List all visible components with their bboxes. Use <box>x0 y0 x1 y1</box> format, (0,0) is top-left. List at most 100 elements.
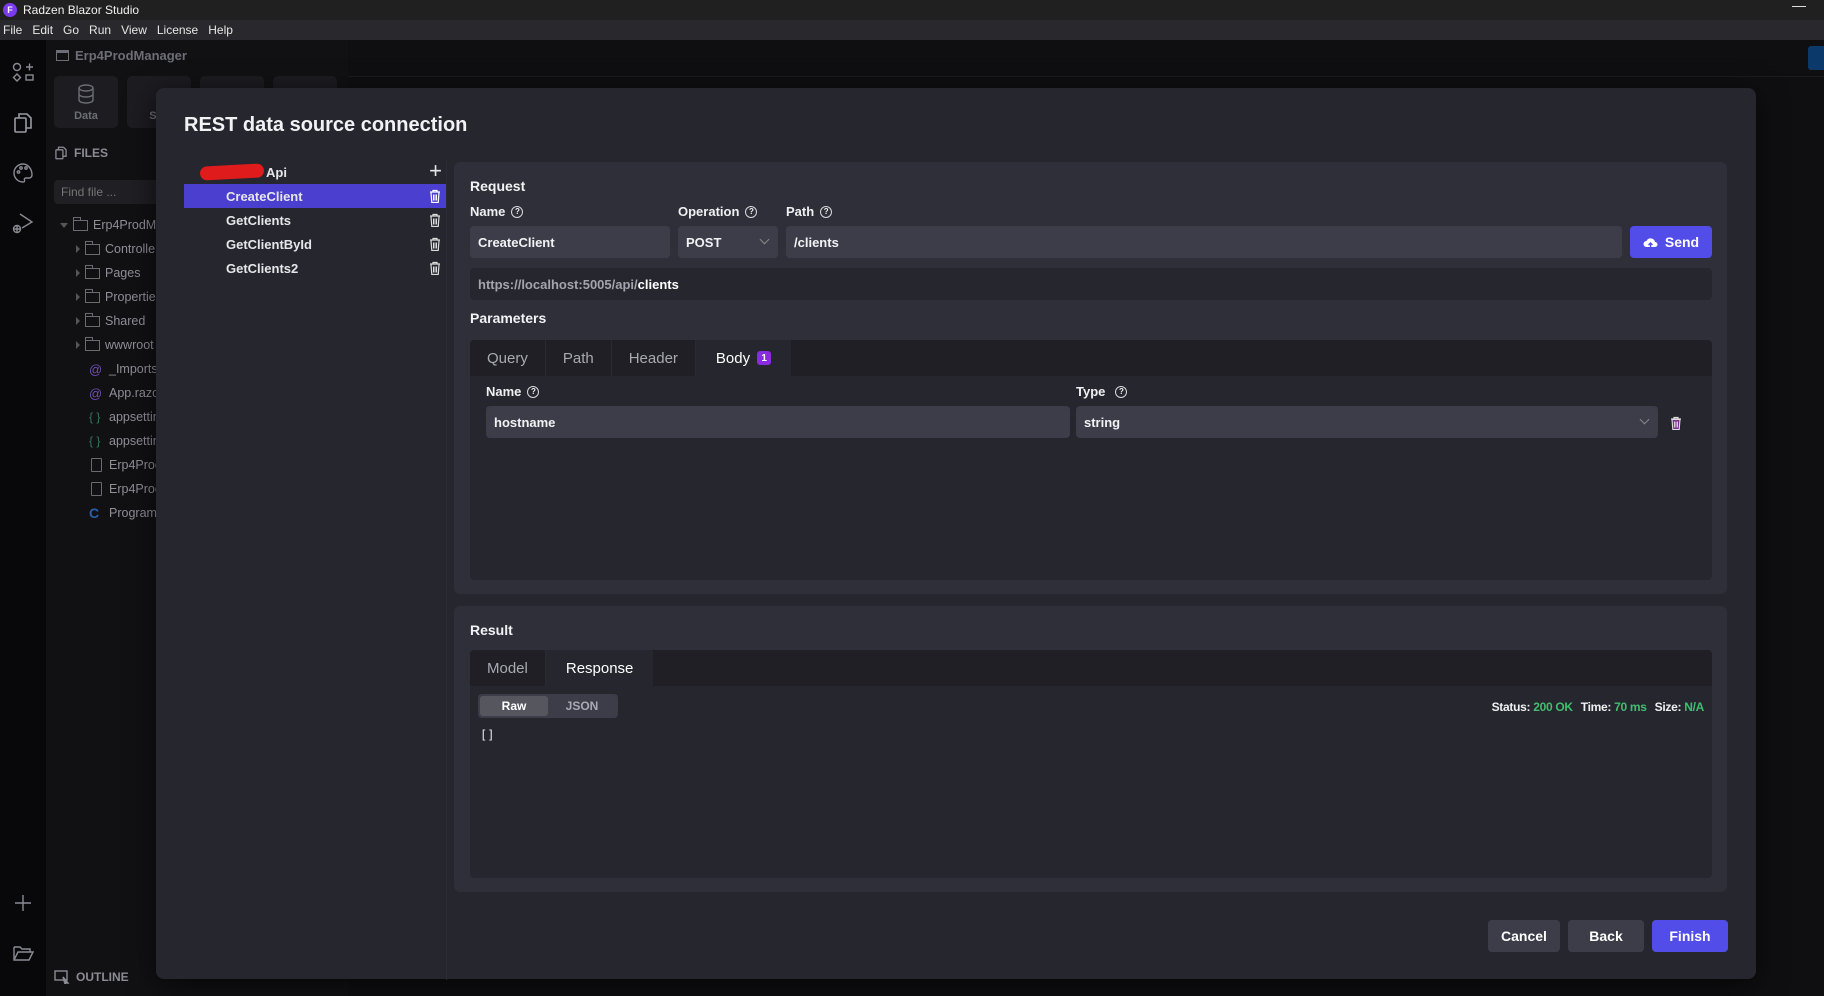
tree-item-file[interactable]: @ App.razo <box>89 383 159 403</box>
delete-icon[interactable] <box>429 213 441 227</box>
project-title: Erp4ProdManager <box>56 48 187 63</box>
menu-run[interactable]: Run <box>86 23 117 37</box>
redaction-mark <box>199 163 265 181</box>
expand-arrow-icon <box>76 293 80 301</box>
name-label: Name? <box>470 204 524 219</box>
path-input[interactable]: /clients <box>786 226 1622 258</box>
help-icon[interactable]: ? <box>820 205 833 218</box>
files-icon[interactable] <box>10 110 36 136</box>
open-folder-icon[interactable] <box>10 940 36 966</box>
param-type-select[interactable]: string <box>1076 406 1658 438</box>
expand-arrow-icon <box>60 222 68 228</box>
project-window-icon <box>56 50 69 61</box>
tree-item-file[interactable]: Erp4Proc <box>89 479 161 499</box>
tree-item-folder[interactable]: wwwroot <box>76 335 154 355</box>
tree-item-file[interactable]: @ _Imports <box>89 359 158 379</box>
chevron-down-icon <box>1639 414 1650 425</box>
json-file-icon: { } <box>89 434 101 448</box>
files-header: FILES <box>54 146 108 160</box>
param-type-label: Type? <box>1076 384 1128 399</box>
view-mode-toggle: Raw JSON <box>478 694 618 718</box>
database-icon <box>78 84 94 104</box>
add-operation-button[interactable]: + <box>429 160 442 182</box>
tab-path[interactable]: Path <box>546 340 612 376</box>
tab-query[interactable]: Query <box>470 340 546 376</box>
resolved-url: https://localhost:5005/api/clients <box>470 268 1712 300</box>
tree-item-file[interactable]: C Program <box>89 503 157 523</box>
body-tab-panel: Name? hostname Type? string <box>470 376 1712 580</box>
tree-item-folder[interactable]: Propertie <box>76 287 156 307</box>
tab-body[interactable]: Body 1 <box>695 340 792 376</box>
menu-help[interactable]: Help <box>205 23 239 37</box>
razor-file-icon: @ <box>89 385 103 401</box>
size-value: N/A <box>1684 700 1704 714</box>
menu-go[interactable]: Go <box>60 23 85 37</box>
tab-response[interactable]: Response <box>545 650 654 686</box>
operation-item[interactable]: GetClients <box>184 208 446 232</box>
back-button[interactable]: Back <box>1568 920 1644 952</box>
time-value: 70 ms <box>1614 700 1647 714</box>
tree-item-file[interactable]: { } appsettin <box>89 407 160 427</box>
theme-palette-icon[interactable] <box>10 160 36 186</box>
expand-arrow-icon <box>76 341 80 349</box>
menu-edit[interactable]: Edit <box>29 23 59 37</box>
csharp-file-icon: C <box>89 505 100 521</box>
tree-item-folder[interactable]: Controlle <box>76 239 155 259</box>
file-icon <box>91 482 102 496</box>
finish-button[interactable]: Finish <box>1652 920 1728 952</box>
request-title: Request <box>470 178 526 194</box>
expand-arrow-icon <box>76 245 80 253</box>
view-raw-button[interactable]: Raw <box>480 696 548 716</box>
operation-item[interactable]: GetClientById <box>184 232 446 256</box>
path-label: Path? <box>786 204 833 219</box>
operation-select[interactable]: POST <box>678 226 778 258</box>
files-header-icon <box>55 146 67 160</box>
run-debug-icon[interactable] <box>10 210 36 236</box>
components-icon[interactable] <box>10 60 36 86</box>
outline-icon <box>54 970 70 984</box>
tool-data[interactable]: Data <box>54 76 118 128</box>
datasource-root[interactable]: Api + <box>184 160 446 184</box>
operations-list: Api + CreateClient GetClients GetClientB… <box>184 160 446 280</box>
tree-item-project[interactable]: Erp4ProdM <box>60 215 156 235</box>
send-button[interactable]: Send <box>1630 226 1712 258</box>
folder-icon <box>85 336 100 351</box>
delete-icon[interactable] <box>429 261 441 275</box>
minimize-button[interactable] <box>1792 6 1806 7</box>
help-icon[interactable]: ? <box>511 205 524 218</box>
param-name-input[interactable]: hostname <box>486 406 1070 438</box>
outline-header[interactable]: OUTLINE <box>54 970 129 984</box>
operation-item[interactable]: GetClients2 <box>184 256 446 280</box>
response-status: Status: 200 OK Time: 70 ms Size: N/A <box>1491 700 1705 714</box>
list-divider <box>446 160 447 980</box>
cancel-button[interactable]: Cancel <box>1488 920 1560 952</box>
help-icon[interactable]: ? <box>527 385 540 398</box>
title-bar: F Radzen Blazor Studio <box>0 0 1824 20</box>
delete-icon[interactable] <box>429 237 441 251</box>
request-panel: Request Name? CreateClient Operation? PO… <box>454 162 1727 594</box>
app-logo-icon: F <box>3 3 17 17</box>
tree-item-file[interactable]: Erp4Proc <box>89 455 161 475</box>
help-icon[interactable]: ? <box>745 205 758 218</box>
menu-view[interactable]: View <box>118 23 153 37</box>
delete-parameter-icon[interactable] <box>1670 416 1682 430</box>
tree-item-file[interactable]: { } appsettin <box>89 431 160 451</box>
parameters-tabs: Query Path Header Body 1 <box>470 340 1712 376</box>
add-icon[interactable] <box>10 890 36 916</box>
razor-file-icon: @ <box>89 361 103 377</box>
activity-bar <box>0 40 46 996</box>
menu-license[interactable]: License <box>154 23 204 37</box>
tab-model[interactable]: Model <box>470 650 546 686</box>
delete-icon[interactable] <box>429 189 441 203</box>
editor-action-button[interactable] <box>1808 46 1824 70</box>
param-name-label: Name? <box>486 384 540 399</box>
view-json-button[interactable]: JSON <box>548 696 616 716</box>
help-icon[interactable]: ? <box>1115 385 1128 398</box>
tree-item-folder[interactable]: Shared <box>76 311 145 331</box>
operation-item[interactable]: CreateClient <box>184 184 446 208</box>
name-input[interactable]: CreateClient <box>470 226 670 258</box>
menu-file[interactable]: File <box>0 23 28 37</box>
tab-header[interactable]: Header <box>612 340 696 376</box>
response-tab-panel: Raw JSON Status: 200 OK Time: 70 ms Size… <box>470 686 1712 878</box>
tree-item-folder[interactable]: Pages <box>76 263 140 283</box>
